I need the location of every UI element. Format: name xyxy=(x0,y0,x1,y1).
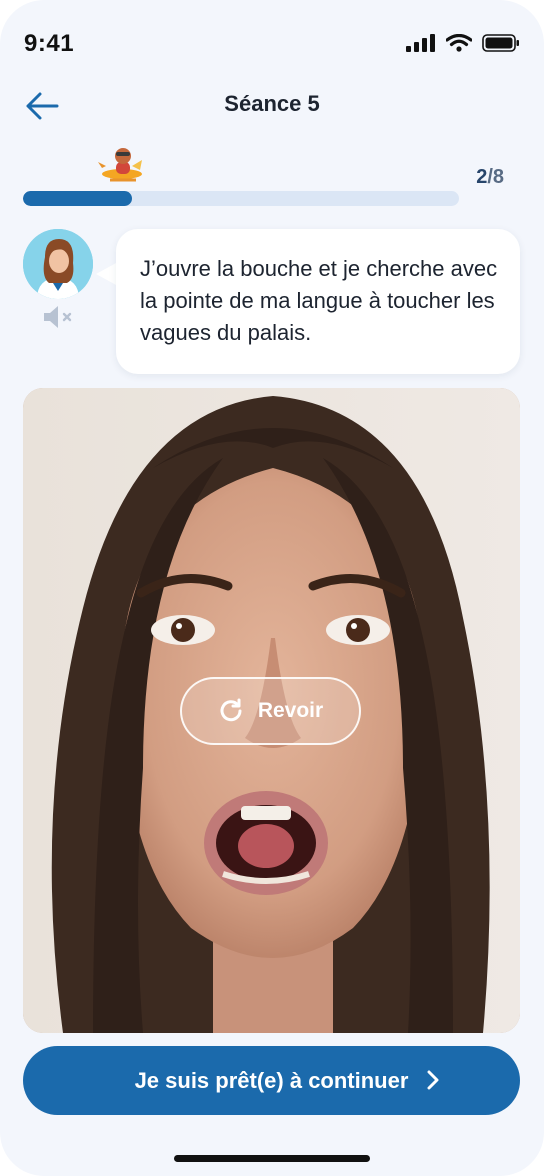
bubble-tail xyxy=(96,262,118,286)
continue-label: Je suis prêt(e) à continuer xyxy=(134,1067,409,1093)
pilot-mascot-icon xyxy=(98,148,142,182)
tutor-message-text: J’ouvre la bouche et je cherche avec la … xyxy=(140,256,498,345)
progress-current: 2 xyxy=(476,166,488,188)
progress-total: 8 xyxy=(492,166,504,188)
page-title: Séance 5 xyxy=(224,91,320,116)
progress-counter: 2/8 xyxy=(476,166,504,189)
exercise-video[interactable]: Revoir xyxy=(23,388,520,1033)
home-indicator xyxy=(174,1155,370,1162)
tutor-message-bubble: J’ouvre la bouche et je cherche avec la … xyxy=(116,229,520,374)
progress-bar xyxy=(23,191,459,206)
progress-fill xyxy=(23,191,132,206)
cellular-signal-icon xyxy=(406,34,435,52)
status-time: 9:41 xyxy=(24,30,75,57)
speaker-muted-icon[interactable] xyxy=(42,304,76,330)
chevron-right-icon xyxy=(427,1070,439,1090)
status-bar: 9:41 xyxy=(0,0,544,90)
replay-label: Revoir xyxy=(257,699,324,722)
tutor-avatar xyxy=(23,229,93,299)
status-icons xyxy=(406,34,520,52)
tutor-portrait-icon xyxy=(23,229,93,299)
replay-button[interactable]: Revoir xyxy=(180,677,361,745)
phone-screen: 9:41 Séance 5 2/8 J’ouvre la bouche et j… xyxy=(0,0,544,1176)
wifi-icon xyxy=(446,34,472,52)
battery-icon xyxy=(482,34,519,52)
continue-button[interactable]: Je suis prêt(e) à continuer xyxy=(23,1046,520,1115)
replay-icon xyxy=(220,698,242,722)
